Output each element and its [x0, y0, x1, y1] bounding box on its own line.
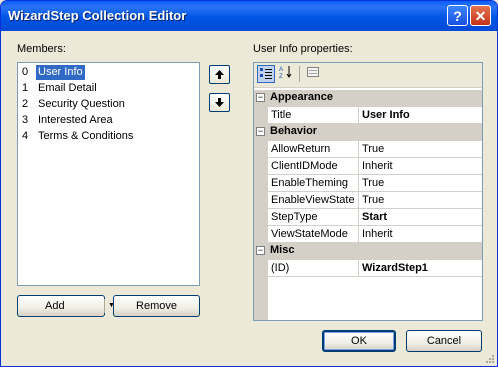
property-pages-icon[interactable] [304, 65, 322, 83]
help-button[interactable]: ? [447, 5, 468, 26]
property-name: ViewStateMode [271, 228, 348, 240]
alphabetical-sort-icon[interactable]: A Z [277, 65, 295, 83]
property-name: ClientIDMode [271, 160, 338, 172]
property-row[interactable]: AllowReturn True [254, 141, 482, 158]
property-name: (ID) [271, 262, 290, 274]
category-appearance[interactable]: − Appearance [254, 90, 482, 107]
property-grid-toolbar: A Z [254, 63, 482, 88]
property-name: AllowReturn [271, 143, 331, 155]
remove-button[interactable]: Remove [113, 295, 200, 317]
row-gutter [254, 226, 268, 243]
row-gutter [254, 158, 268, 175]
property-row[interactable]: ClientIDMode Inherit [254, 158, 482, 175]
categorized-glyph [260, 68, 272, 79]
collapse-icon[interactable]: − [256, 127, 265, 136]
list-item-label: Terms & Conditions [38, 130, 134, 142]
properties-label: User Info properties: [253, 43, 353, 55]
members-label: Members: [17, 43, 66, 55]
category-behavior[interactable]: − Behavior [254, 124, 482, 141]
window-title: WizardStep Collection Editor [8, 8, 187, 23]
category-name: Behavior [270, 125, 318, 137]
column-divider [358, 141, 359, 158]
toolbar-separator [299, 66, 300, 82]
column-divider [358, 158, 359, 175]
sort-az-glyph: A Z [279, 66, 292, 80]
property-row[interactable]: ViewStateMode Inherit [254, 226, 482, 243]
title-bar[interactable]: WizardStep Collection Editor ? ✕ [1, 1, 497, 31]
property-name: EnableTheming [271, 177, 349, 189]
row-gutter [254, 192, 268, 209]
cancel-button[interactable]: Cancel [406, 330, 482, 352]
arrow-up-icon [215, 70, 224, 79]
close-button[interactable]: ✕ [470, 5, 491, 26]
property-value[interactable]: WizardStep1 [362, 262, 428, 274]
property-value[interactable]: True [362, 177, 384, 189]
list-item-index: 4 [22, 130, 29, 142]
resize-grip-icon[interactable] [485, 354, 495, 364]
column-divider [358, 192, 359, 209]
move-up-button[interactable] [209, 65, 230, 84]
svg-text:A: A [279, 67, 283, 73]
row-gutter [254, 209, 268, 226]
category-name: Appearance [270, 91, 333, 103]
property-value[interactable]: True [362, 143, 384, 155]
members-list[interactable]: 0 User Info 1 Email Detail 2 Security Qu… [17, 62, 200, 286]
arrow-down-icon [215, 98, 224, 107]
property-name: Title [271, 109, 292, 121]
column-divider [358, 107, 359, 124]
property-row[interactable]: StepType Start [254, 209, 482, 226]
list-item[interactable]: 2 Security Question [20, 97, 198, 112]
collection-editor-window: WizardStep Collection Editor ? ✕ Members… [0, 0, 498, 367]
row-gutter [254, 141, 268, 158]
property-row[interactable]: EnableViewState True [254, 192, 482, 209]
row-gutter [254, 277, 268, 320]
add-button-label: Add [45, 300, 65, 312]
list-item-label: Security Question [38, 98, 125, 110]
list-item-label: User Info [36, 65, 85, 80]
category-name: Misc [270, 244, 295, 256]
collapse-icon[interactable]: − [256, 93, 265, 102]
list-item[interactable]: 4 Terms & Conditions [20, 129, 198, 144]
pages-glyph [307, 67, 319, 77]
add-button[interactable]: Add ▼ [17, 295, 115, 317]
property-row[interactable]: EnableTheming True [254, 175, 482, 192]
list-item[interactable]: 0 User Info [20, 65, 198, 80]
property-value[interactable]: Inherit [362, 160, 393, 172]
list-item[interactable]: 1 Email Detail [20, 81, 198, 96]
property-value[interactable]: Start [362, 211, 387, 223]
collapse-icon[interactable]: − [256, 246, 265, 255]
column-divider [358, 175, 359, 192]
property-grid-body: − Appearance Title User Info − Behavior … [254, 90, 482, 320]
property-grid[interactable]: A Z − Appearance Title User Info − Behav… [253, 62, 483, 321]
property-value[interactable]: Inherit [362, 228, 393, 240]
property-grid-empty-area [254, 277, 482, 320]
svg-text:Z: Z [279, 74, 283, 79]
split-divider [104, 299, 105, 313]
list-item-index: 0 [22, 66, 29, 78]
category-misc[interactable]: − Misc [254, 243, 482, 260]
property-value[interactable]: True [362, 194, 384, 206]
move-down-button[interactable] [209, 93, 230, 112]
property-row[interactable]: Title User Info [254, 107, 482, 124]
property-value[interactable]: User Info [362, 109, 410, 121]
list-item-label: Interested Area [38, 114, 113, 126]
list-item-index: 1 [22, 82, 29, 94]
column-divider [358, 226, 359, 243]
list-item[interactable]: 3 Interested Area [20, 113, 198, 128]
property-name: EnableViewState [271, 194, 355, 206]
ok-button[interactable]: OK [322, 330, 396, 352]
list-item-index: 3 [22, 114, 29, 126]
property-row[interactable]: (ID) WizardStep1 [254, 260, 482, 277]
property-name: StepType [271, 211, 318, 223]
list-item-index: 2 [22, 98, 29, 110]
list-item-label: Email Detail [38, 82, 97, 94]
row-gutter [254, 260, 268, 277]
column-divider [358, 209, 359, 226]
column-divider [358, 260, 359, 277]
row-gutter [254, 107, 268, 124]
categorized-icon[interactable] [257, 65, 275, 83]
row-gutter [254, 175, 268, 192]
